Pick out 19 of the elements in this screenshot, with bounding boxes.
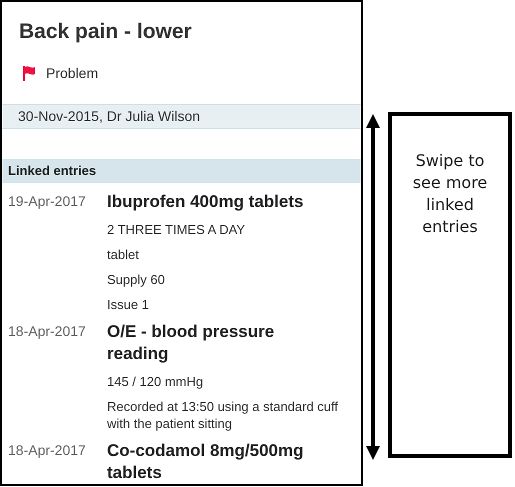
entry-date: 18-Apr-2017: [7, 441, 87, 460]
consultation-info: 30-Nov-2015, Dr Julia Wilson: [2, 104, 361, 130]
section-header: Linked entries: [2, 159, 361, 183]
record-type: Problem: [46, 64, 98, 82]
record-title: Back pain - lower: [18, 19, 193, 45]
entry-title[interactable]: Co-codamol 8mg/500mg tablets: [107, 440, 339, 484]
entry-title[interactable]: O/E - blood pressure reading: [107, 321, 339, 365]
entry-detail: 145 / 120 mmHg: [107, 373, 204, 390]
callout-text: Swipe to see more linked entries: [412, 150, 488, 238]
entry-detail: Recorded at 13:50 using a standard cuff with the patient sitting: [107, 398, 339, 432]
entry-title[interactable]: Ibuprofen 400mg tablets: [107, 191, 304, 213]
double-arrow-icon: [366, 114, 380, 460]
entry-detail: Issue 1: [107, 296, 150, 313]
flag-icon: [22, 65, 36, 81]
entry-detail: 2 THREE TIMES A DAY: [107, 221, 246, 238]
entry-date: 18-Apr-2017: [7, 322, 87, 341]
entry-detail: Supply 60: [107, 271, 166, 288]
entry-detail: tablet: [107, 246, 140, 263]
entry-date: 19-Apr-2017: [7, 192, 87, 211]
